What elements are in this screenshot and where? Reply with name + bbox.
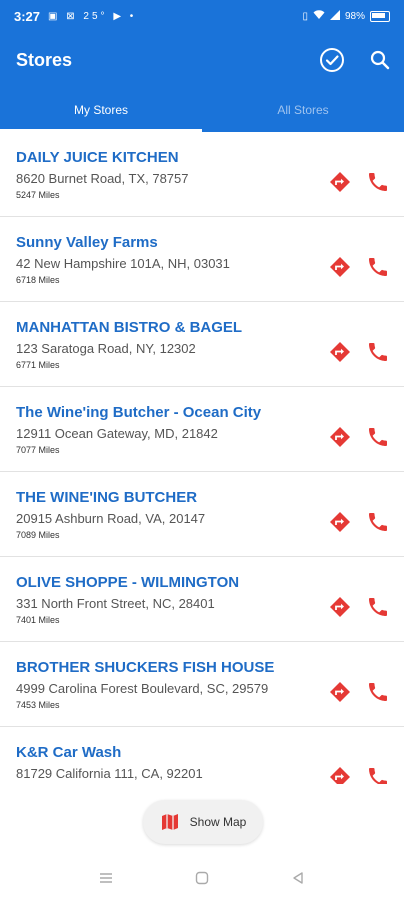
page-title: Stores (16, 49, 73, 70)
directions-icon[interactable] (328, 340, 352, 364)
store-row[interactable]: Sunny Valley Farms 42 New Hampshire 101A… (0, 217, 404, 302)
directions-icon[interactable] (328, 425, 352, 449)
store-row[interactable]: MANHATTAN BISTRO & BAGEL 123 Saratoga Ro… (0, 302, 404, 387)
directions-icon[interactable] (328, 510, 352, 534)
app-bar-actions (308, 36, 404, 84)
phone-icon[interactable] (366, 510, 390, 534)
phone-icon[interactable] (366, 595, 390, 619)
show-map-label: Show Map (189, 815, 247, 829)
back-icon[interactable] (291, 871, 305, 885)
search-button[interactable] (356, 36, 404, 84)
vibrate-icon: ▯ (302, 10, 308, 22)
store-row[interactable]: BROTHER SHUCKERS FISH HOUSE 4999 Carolin… (0, 642, 404, 727)
directions-icon[interactable] (328, 170, 352, 194)
store-row[interactable]: DAILY JUICE KITCHEN 8620 Burnet Road, TX… (0, 132, 404, 217)
phone-icon[interactable] (366, 680, 390, 704)
store-distance: 7089 Miles (16, 530, 60, 540)
store-address: 4999 Carolina Forest Boulevard, SC, 2957… (16, 681, 269, 696)
store-distance: 7453 Miles (16, 700, 60, 710)
store-tabs: My Stores All Stores (0, 88, 404, 132)
store-address: 81729 California 111, CA, 92201 (16, 766, 203, 781)
tab-all-stores[interactable]: All Stores (202, 88, 404, 132)
phone-icon[interactable] (366, 765, 390, 784)
store-distance: 5247 Miles (16, 190, 60, 200)
system-nav-bar (0, 856, 404, 900)
store-name[interactable]: OLIVE SHOPPE - WILMINGTON (16, 574, 239, 591)
store-address: 123 Saratoga Road, NY, 12302 (16, 341, 196, 356)
store-distance: 6771 Miles (16, 360, 60, 370)
store-name[interactable]: The Wine'ing Butcher - Ocean City (16, 404, 261, 421)
home-icon[interactable] (195, 871, 209, 885)
store-address: 20915 Ashburn Road, VA, 20147 (16, 511, 206, 526)
store-row[interactable]: The Wine'ing Butcher - Ocean City 12911 … (0, 387, 404, 472)
store-row[interactable]: OLIVE SHOPPE - WILMINGTON 331 North Fron… (0, 557, 404, 642)
store-name[interactable]: THE WINE'ING BUTCHER (16, 489, 197, 506)
tab-label: My Stores (73, 103, 128, 117)
directions-icon[interactable] (328, 765, 352, 784)
status-bar: 3:27 ▣ ⊠ 25° ▶ • ▯ 98% (0, 0, 404, 32)
battery-percent: 98% (344, 10, 365, 22)
wifi-icon (313, 9, 325, 23)
map-icon (161, 814, 178, 830)
status-time: 3:27 (14, 8, 41, 24)
phone-icon[interactable] (366, 170, 390, 194)
status-indicators: ▣ ⊠ 25° ▶ • (48, 10, 137, 22)
store-name[interactable]: BROTHER SHUCKERS FISH HOUSE (16, 659, 274, 676)
store-row[interactable]: THE WINE'ING BUTCHER 20915 Ashburn Road,… (0, 472, 404, 557)
store-address: 42 New Hampshire 101A, NH, 03031 (16, 256, 230, 271)
store-distance: 7077 Miles (16, 445, 60, 455)
phone-icon[interactable] (366, 340, 390, 364)
tab-my-stores[interactable]: My Stores (0, 88, 202, 132)
check-circle-icon (320, 48, 344, 72)
store-distance: 6718 Miles (16, 275, 60, 285)
directions-icon[interactable] (328, 255, 352, 279)
store-name[interactable]: K&R Car Wash (16, 744, 121, 761)
select-button[interactable] (308, 36, 356, 84)
store-name[interactable]: DAILY JUICE KITCHEN (16, 149, 179, 166)
directions-icon[interactable] (328, 680, 352, 704)
tab-label: All Stores (277, 103, 329, 117)
store-address: 12911 Ocean Gateway, MD, 21842 (16, 426, 218, 441)
app-bar: Stores (0, 32, 404, 88)
phone-icon[interactable] (366, 255, 390, 279)
store-distance: 7401 Miles (16, 615, 60, 625)
show-map-button[interactable]: Show Map (143, 800, 263, 844)
store-row[interactable]: K&R Car Wash 81729 California 111, CA, 9… (0, 727, 404, 784)
directions-icon[interactable] (328, 595, 352, 619)
phone-icon[interactable] (366, 425, 390, 449)
store-address: 8620 Burnet Road, TX, 78757 (16, 171, 189, 186)
store-address: 331 North Front Street, NC, 28401 (16, 596, 215, 611)
search-icon (370, 50, 390, 70)
store-name[interactable]: Sunny Valley Farms (16, 234, 158, 251)
recent-apps-icon[interactable] (99, 872, 113, 884)
signal-icon (329, 9, 340, 23)
store-list[interactable]: DAILY JUICE KITCHEN 8620 Burnet Road, TX… (0, 132, 404, 784)
status-right: ▯ 98% (302, 9, 390, 23)
battery-icon (370, 10, 390, 22)
store-name[interactable]: MANHATTAN BISTRO & BAGEL (16, 319, 242, 336)
